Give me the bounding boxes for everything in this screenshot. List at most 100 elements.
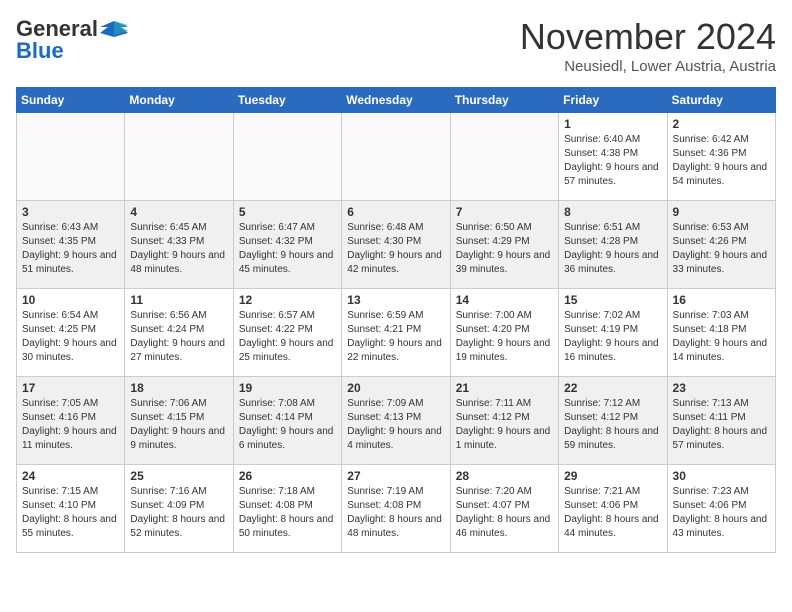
calendar-cell: 2 Sunrise: 6:42 AM Sunset: 4:36 PM Daylig…	[667, 113, 775, 201]
calendar-cell: 15 Sunrise: 7:02 AM Sunset: 4:19 PM Dayli…	[559, 289, 667, 377]
day-info: Sunrise: 6:53 AM Sunset: 4:26 PM Dayligh…	[673, 221, 770, 277]
day-number: 12	[239, 293, 336, 307]
day-number: 13	[347, 293, 444, 307]
day-info: Sunrise: 7:02 AM Sunset: 4:19 PM Dayligh…	[564, 309, 661, 365]
day-number: 11	[130, 293, 227, 307]
calendar-table: SundayMondayTuesdayWednesdayThursdayFrid…	[16, 87, 776, 553]
calendar-week-row: 17Sunrise: 7:05 AM Sunset: 4:16 PM Dayli…	[17, 377, 776, 465]
calendar-week-row: 3 Sunrise: 6:43 AM Sunset: 4:35 PM Daylig…	[17, 201, 776, 289]
day-number: 21	[456, 381, 553, 395]
day-info: Sunrise: 6:45 AM Sunset: 4:33 PM Dayligh…	[130, 221, 227, 277]
day-info: Sunrise: 6:54 AM Sunset: 4:25 PM Dayligh…	[22, 309, 119, 365]
calendar-cell: 19 Sunrise: 7:08 AM Sunset: 4:14 PM Dayli…	[233, 377, 341, 465]
day-info: Sunrise: 7:18 AM Sunset: 4:08 PM Dayligh…	[239, 485, 336, 541]
calendar-week-row: 1 Sunrise: 6:40 AM Sunset: 4:38 PM Daylig…	[17, 113, 776, 201]
day-info: Sunrise: 7:03 AM Sunset: 4:18 PM Dayligh…	[673, 309, 770, 365]
calendar-cell	[125, 113, 233, 201]
calendar-week-row: 10 Sunrise: 6:54 AM Sunset: 4:25 PM Dayli…	[17, 289, 776, 377]
day-info: Sunrise: 6:47 AM Sunset: 4:32 PM Dayligh…	[239, 221, 336, 277]
calendar-cell: 1 Sunrise: 6:40 AM Sunset: 4:38 PM Daylig…	[559, 113, 667, 201]
day-info: Sunrise: 6:57 AM Sunset: 4:22 PM Dayligh…	[239, 309, 336, 365]
day-number: 24	[22, 469, 119, 483]
calendar-cell: 27 Sunrise: 7:19 AM Sunset: 4:08 PM Dayli…	[342, 465, 450, 553]
calendar-cell	[233, 113, 341, 201]
weekday-header-monday: Monday	[125, 88, 233, 113]
calendar-cell: 30 Sunrise: 7:23 AM Sunset: 4:06 PM Dayli…	[667, 465, 775, 553]
calendar-cell: 24Sunrise: 7:15 AM Sunset: 4:10 PM Dayli…	[17, 465, 125, 553]
day-number: 19	[239, 381, 336, 395]
day-number: 16	[673, 293, 770, 307]
calendar-cell: 14Sunrise: 7:00 AM Sunset: 4:20 PM Dayli…	[450, 289, 558, 377]
day-info: Sunrise: 6:42 AM Sunset: 4:36 PM Dayligh…	[673, 133, 770, 189]
calendar-cell: 26 Sunrise: 7:18 AM Sunset: 4:08 PM Dayli…	[233, 465, 341, 553]
calendar-cell: 20Sunrise: 7:09 AM Sunset: 4:13 PM Dayli…	[342, 377, 450, 465]
weekday-header-saturday: Saturday	[667, 88, 775, 113]
calendar-cell: 16 Sunrise: 7:03 AM Sunset: 4:18 PM Dayli…	[667, 289, 775, 377]
calendar-cell: 28Sunrise: 7:20 AM Sunset: 4:07 PM Dayli…	[450, 465, 558, 553]
day-number: 9	[673, 205, 770, 219]
day-number: 25	[130, 469, 227, 483]
calendar-cell: 22 Sunrise: 7:12 AM Sunset: 4:12 PM Dayli…	[559, 377, 667, 465]
weekday-header-friday: Friday	[559, 88, 667, 113]
day-number: 3	[22, 205, 119, 219]
day-info: Sunrise: 7:12 AM Sunset: 4:12 PM Dayligh…	[564, 397, 661, 453]
day-info: Sunrise: 7:16 AM Sunset: 4:09 PM Dayligh…	[130, 485, 227, 541]
day-info: Sunrise: 7:20 AM Sunset: 4:07 PM Dayligh…	[456, 485, 553, 541]
calendar-cell: 3 Sunrise: 6:43 AM Sunset: 4:35 PM Daylig…	[17, 201, 125, 289]
day-number: 27	[347, 469, 444, 483]
calendar-cell: 25 Sunrise: 7:16 AM Sunset: 4:09 PM Dayli…	[125, 465, 233, 553]
day-info: Sunrise: 6:48 AM Sunset: 4:30 PM Dayligh…	[347, 221, 444, 277]
calendar-body: 1 Sunrise: 6:40 AM Sunset: 4:38 PM Daylig…	[17, 113, 776, 553]
logo-bird-icon	[100, 19, 128, 39]
calendar-cell: 7 Sunrise: 6:50 AM Sunset: 4:29 PM Daylig…	[450, 201, 558, 289]
day-info: Sunrise: 6:51 AM Sunset: 4:28 PM Dayligh…	[564, 221, 661, 277]
calendar-cell: 21 Sunrise: 7:11 AM Sunset: 4:12 PM Dayli…	[450, 377, 558, 465]
day-number: 26	[239, 469, 336, 483]
location-subtitle: Neusiedl, Lower Austria, Austria	[520, 58, 776, 75]
day-info: Sunrise: 6:43 AM Sunset: 4:35 PM Dayligh…	[22, 221, 119, 277]
day-number: 30	[673, 469, 770, 483]
calendar-cell: 9 Sunrise: 6:53 AM Sunset: 4:26 PM Daylig…	[667, 201, 775, 289]
day-number: 17	[22, 381, 119, 395]
day-info: Sunrise: 7:23 AM Sunset: 4:06 PM Dayligh…	[673, 485, 770, 541]
calendar-cell: 10 Sunrise: 6:54 AM Sunset: 4:25 PM Dayli…	[17, 289, 125, 377]
day-number: 2	[673, 117, 770, 131]
day-number: 6	[347, 205, 444, 219]
day-number: 29	[564, 469, 661, 483]
day-number: 1	[564, 117, 661, 131]
day-number: 8	[564, 205, 661, 219]
calendar-cell: 12 Sunrise: 6:57 AM Sunset: 4:22 PM Dayli…	[233, 289, 341, 377]
page-header: General Blue November 2024 Neusiedl, Low…	[16, 16, 776, 75]
day-number: 7	[456, 205, 553, 219]
day-info: Sunrise: 7:21 AM Sunset: 4:06 PM Dayligh…	[564, 485, 661, 541]
day-info: Sunrise: 6:40 AM Sunset: 4:38 PM Dayligh…	[564, 133, 661, 189]
calendar-cell: 13Sunrise: 6:59 AM Sunset: 4:21 PM Dayli…	[342, 289, 450, 377]
calendar-cell: 23Sunrise: 7:13 AM Sunset: 4:11 PM Dayli…	[667, 377, 775, 465]
day-number: 15	[564, 293, 661, 307]
calendar-cell: 18Sunrise: 7:06 AM Sunset: 4:15 PM Dayli…	[125, 377, 233, 465]
calendar-cell: 17Sunrise: 7:05 AM Sunset: 4:16 PM Dayli…	[17, 377, 125, 465]
day-number: 22	[564, 381, 661, 395]
calendar-cell: 5 Sunrise: 6:47 AM Sunset: 4:32 PM Daylig…	[233, 201, 341, 289]
calendar-cell	[450, 113, 558, 201]
day-info: Sunrise: 7:11 AM Sunset: 4:12 PM Dayligh…	[456, 397, 553, 453]
calendar-cell: 11Sunrise: 6:56 AM Sunset: 4:24 PM Dayli…	[125, 289, 233, 377]
day-info: Sunrise: 7:08 AM Sunset: 4:14 PM Dayligh…	[239, 397, 336, 453]
weekday-header-thursday: Thursday	[450, 88, 558, 113]
day-number: 14	[456, 293, 553, 307]
calendar-cell: 6 Sunrise: 6:48 AM Sunset: 4:30 PM Daylig…	[342, 201, 450, 289]
calendar-cell: 29 Sunrise: 7:21 AM Sunset: 4:06 PM Dayli…	[559, 465, 667, 553]
day-number: 5	[239, 205, 336, 219]
day-info: Sunrise: 6:50 AM Sunset: 4:29 PM Dayligh…	[456, 221, 553, 277]
weekday-header-wednesday: Wednesday	[342, 88, 450, 113]
weekday-header-sunday: Sunday	[17, 88, 125, 113]
calendar-cell: 8 Sunrise: 6:51 AM Sunset: 4:28 PM Daylig…	[559, 201, 667, 289]
logo: General Blue	[16, 16, 128, 64]
calendar-week-row: 24Sunrise: 7:15 AM Sunset: 4:10 PM Dayli…	[17, 465, 776, 553]
day-number: 10	[22, 293, 119, 307]
logo-blue-text: Blue	[16, 38, 64, 64]
day-number: 18	[130, 381, 227, 395]
day-info: Sunrise: 7:19 AM Sunset: 4:08 PM Dayligh…	[347, 485, 444, 541]
weekday-header-tuesday: Tuesday	[233, 88, 341, 113]
day-number: 4	[130, 205, 227, 219]
